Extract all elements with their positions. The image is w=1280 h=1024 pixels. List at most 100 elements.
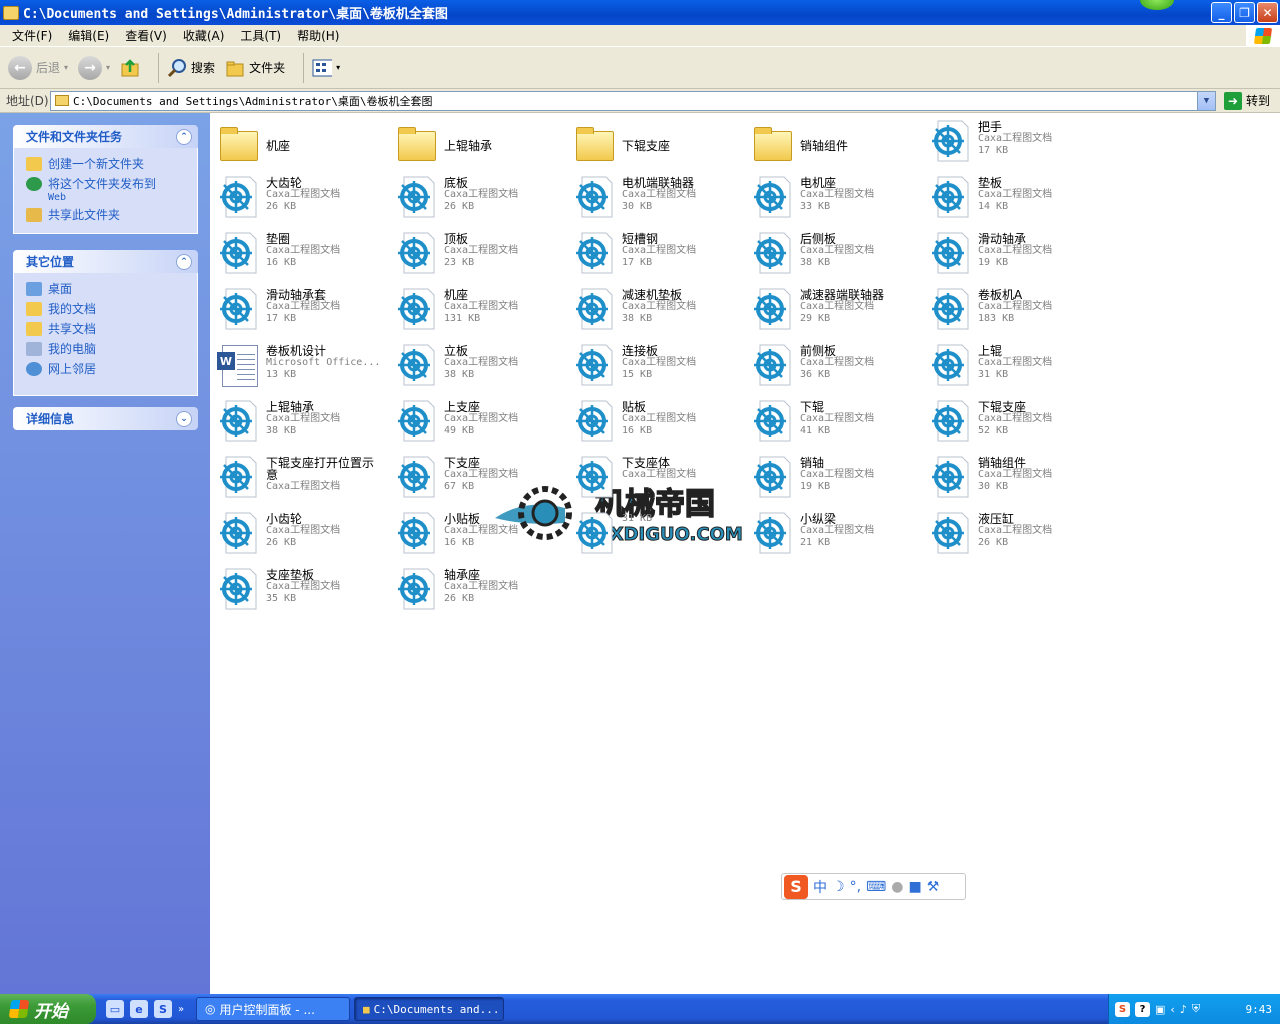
taskbar-item-explorer[interactable]: ■ C:\Documents and... xyxy=(354,997,504,1021)
file-item[interactable]: 电机端联轴器 Caxa工程图文档 30 KB xyxy=(572,175,750,227)
file-item[interactable]: 销轴 Caxa工程图文档 19 KB xyxy=(750,455,928,507)
file-item[interactable]: 上辊轴承 Caxa工程图文档 38 KB xyxy=(216,399,394,451)
place-my-computer[interactable]: 我的电脑 xyxy=(26,341,191,357)
windows-logo-icon xyxy=(1246,25,1280,47)
maximize-button[interactable]: ❐ xyxy=(1234,2,1255,23)
keyboard-icon[interactable]: ⌨ xyxy=(866,879,886,895)
file-item[interactable]: 下辊支座 Caxa工程图文档 52 KB xyxy=(928,399,1106,451)
file-item[interactable]: 卷板机A Caxa工程图文档 183 KB xyxy=(928,287,1106,339)
file-item[interactable]: 把手 Caxa工程图文档 17 KB xyxy=(928,119,1106,171)
task-publish-web[interactable]: 将这个文件夹发布到 Web xyxy=(26,176,191,203)
ime-toolbar[interactable]: S 中 ☽ °, ⌨ ● ■ ⚒ xyxy=(781,873,966,900)
expand-icon[interactable]: ⌄ xyxy=(176,410,192,427)
file-item[interactable]: 卷板机设计Microsoft Office...13 KB xyxy=(216,343,394,395)
folders-button[interactable]: 文件夹 xyxy=(225,58,285,78)
more-chevron-icon[interactable]: » xyxy=(178,1004,184,1015)
go-button[interactable]: ➜ 转到 xyxy=(1224,91,1270,110)
collapse-icon[interactable]: ⌃ xyxy=(176,253,192,270)
file-item[interactable]: 上支座 Caxa工程图文档 49 KB xyxy=(394,399,572,451)
file-item[interactable]: 滑动轴承套 Caxa工程图文档 17 KB xyxy=(216,287,394,339)
place-shared-documents[interactable]: 共享文档 xyxy=(26,321,191,337)
file-item[interactable]: 大齿轮 Caxa工程图文档 26 KB xyxy=(216,175,394,227)
file-item[interactable]: 贴板 Caxa工程图文档 16 KB xyxy=(572,399,750,451)
details-panel-header[interactable]: 详细信息 ⌄ xyxy=(13,407,198,430)
file-item[interactable]: 机座 Caxa工程图文档 131 KB xyxy=(394,287,572,339)
file-item[interactable]: 31 KB xyxy=(572,511,750,563)
file-item[interactable]: 小纵梁 Caxa工程图文档 21 KB xyxy=(750,511,928,563)
title-bar[interactable]: C:\Documents and Settings\Administrator\… xyxy=(0,0,1280,25)
place-desktop[interactable]: 桌面 xyxy=(26,281,191,297)
file-item[interactable]: 小贴板 Caxa工程图文档 16 KB xyxy=(394,511,572,563)
tasks-panel-header[interactable]: 文件和文件夹任务 ⌃ xyxy=(13,125,198,148)
forward-dropdown-icon[interactable]: ▾ xyxy=(106,63,110,72)
file-item[interactable]: 液压缸 Caxa工程图文档 26 KB xyxy=(928,511,1106,563)
internet-explorer-icon[interactable]: e xyxy=(130,1000,148,1018)
views-button[interactable]: ▾ xyxy=(312,58,340,78)
file-item[interactable]: 电机座 Caxa工程图文档 33 KB xyxy=(750,175,928,227)
task-share-folder[interactable]: 共享此文件夹 xyxy=(26,207,191,223)
file-item[interactable]: 滑动轴承 Caxa工程图文档 19 KB xyxy=(928,231,1106,283)
file-item[interactable]: 后侧板 Caxa工程图文档 38 KB xyxy=(750,231,928,283)
menu-help[interactable]: 帮助(H) xyxy=(289,27,347,44)
moon-icon[interactable]: ☽ xyxy=(832,879,845,895)
back-dropdown-icon[interactable]: ▾ xyxy=(64,63,68,72)
file-item[interactable]: 上辊轴承 xyxy=(394,119,572,171)
taskbar-item-control-panel[interactable]: ◎ 用户控制面板 - ... xyxy=(196,997,350,1021)
file-item[interactable]: 下辊 Caxa工程图文档 41 KB xyxy=(750,399,928,451)
file-item[interactable]: 减速机垫板 Caxa工程图文档 38 KB xyxy=(572,287,750,339)
place-network[interactable]: 网上邻居 xyxy=(26,361,191,377)
user-icon[interactable]: ● xyxy=(891,879,903,895)
file-item[interactable]: 小齿轮 Caxa工程图文档 26 KB xyxy=(216,511,394,563)
volume-icon[interactable]: ♪ xyxy=(1180,1003,1187,1016)
places-panel-header[interactable]: 其它位置 ⌃ xyxy=(13,250,198,273)
file-item[interactable]: 底板 Caxa工程图文档 26 KB xyxy=(394,175,572,227)
file-item[interactable]: 支座垫板 Caxa工程图文档 35 KB xyxy=(216,567,394,619)
file-item[interactable]: 短槽钢 Caxa工程图文档 17 KB xyxy=(572,231,750,283)
start-button[interactable]: 开始 xyxy=(0,994,96,1024)
menu-favorites[interactable]: 收藏(A) xyxy=(175,27,233,44)
file-item[interactable]: 销轴组件 xyxy=(750,119,928,171)
file-item[interactable]: 轴承座 Caxa工程图文档 26 KB xyxy=(394,567,572,619)
help-icon[interactable]: ? xyxy=(1135,1001,1150,1017)
sogou-tray-icon[interactable]: S xyxy=(1115,1001,1130,1017)
file-item[interactable]: 销轴组件 Caxa工程图文档 30 KB xyxy=(928,455,1106,507)
search-button[interactable]: 搜索 xyxy=(167,58,215,78)
file-item[interactable]: 连接板 Caxa工程图文档 15 KB xyxy=(572,343,750,395)
menu-view[interactable]: 查看(V) xyxy=(117,27,175,44)
back-arrow-tray-icon[interactable]: ‹ xyxy=(1170,1003,1174,1016)
file-item[interactable]: 下支座 Caxa工程图文档 67 KB xyxy=(394,455,572,507)
file-item[interactable]: 垫圈 Caxa工程图文档 16 KB xyxy=(216,231,394,283)
up-folder-button[interactable] xyxy=(120,58,140,78)
address-input[interactable]: C:\Documents and Settings\Administrator\… xyxy=(50,90,1216,111)
file-item[interactable]: 上辊 Caxa工程图文档 31 KB xyxy=(928,343,1106,395)
file-item[interactable]: 立板 Caxa工程图文档 38 KB xyxy=(394,343,572,395)
ime-mode[interactable]: 中 xyxy=(813,877,827,897)
network-tray-icon[interactable]: ▣ xyxy=(1155,1003,1165,1016)
place-my-documents[interactable]: 我的文档 xyxy=(26,301,191,317)
minimize-button[interactable]: _ xyxy=(1211,2,1232,23)
file-item[interactable]: 顶板 Caxa工程图文档 23 KB xyxy=(394,231,572,283)
wrench-icon[interactable]: ⚒ xyxy=(927,879,940,895)
app-shortcut-icon[interactable]: S xyxy=(154,1000,172,1018)
file-item[interactable]: 下辊支座打开位置示意 Caxa工程图文档 xyxy=(216,455,394,507)
file-item[interactable]: 垫板 Caxa工程图文档 14 KB xyxy=(928,175,1106,227)
punctuation-icon[interactable]: °, xyxy=(850,879,861,895)
file-item[interactable]: 下支座体 Caxa工程图文档 xyxy=(572,455,750,507)
views-dropdown-icon[interactable]: ▾ xyxy=(336,63,340,72)
file-item[interactable]: 下辊支座 xyxy=(572,119,750,171)
menu-file[interactable]: 文件(F) xyxy=(4,27,60,44)
collapse-icon[interactable]: ⌃ xyxy=(176,128,192,145)
menu-edit[interactable]: 编辑(E) xyxy=(60,27,117,44)
file-item[interactable]: 减速器端联轴器 Caxa工程图文档 29 KB xyxy=(750,287,928,339)
file-item[interactable]: 前侧板 Caxa工程图文档 36 KB xyxy=(750,343,928,395)
skin-icon[interactable]: ■ xyxy=(908,879,921,895)
file-item[interactable]: 机座 xyxy=(216,119,394,171)
show-desktop-icon[interactable]: ▭ xyxy=(106,1000,124,1018)
security-icon[interactable]: ⛨ xyxy=(1192,1002,1200,1016)
address-dropdown-icon[interactable]: ▼ xyxy=(1197,91,1215,110)
back-button[interactable]: ← 后退 ▾ xyxy=(8,55,68,80)
menu-tools[interactable]: 工具(T) xyxy=(232,27,289,44)
forward-button[interactable]: → ▾ xyxy=(78,55,110,80)
task-new-folder[interactable]: 创建一个新文件夹 xyxy=(26,156,191,172)
close-button[interactable]: ✕ xyxy=(1257,2,1278,23)
